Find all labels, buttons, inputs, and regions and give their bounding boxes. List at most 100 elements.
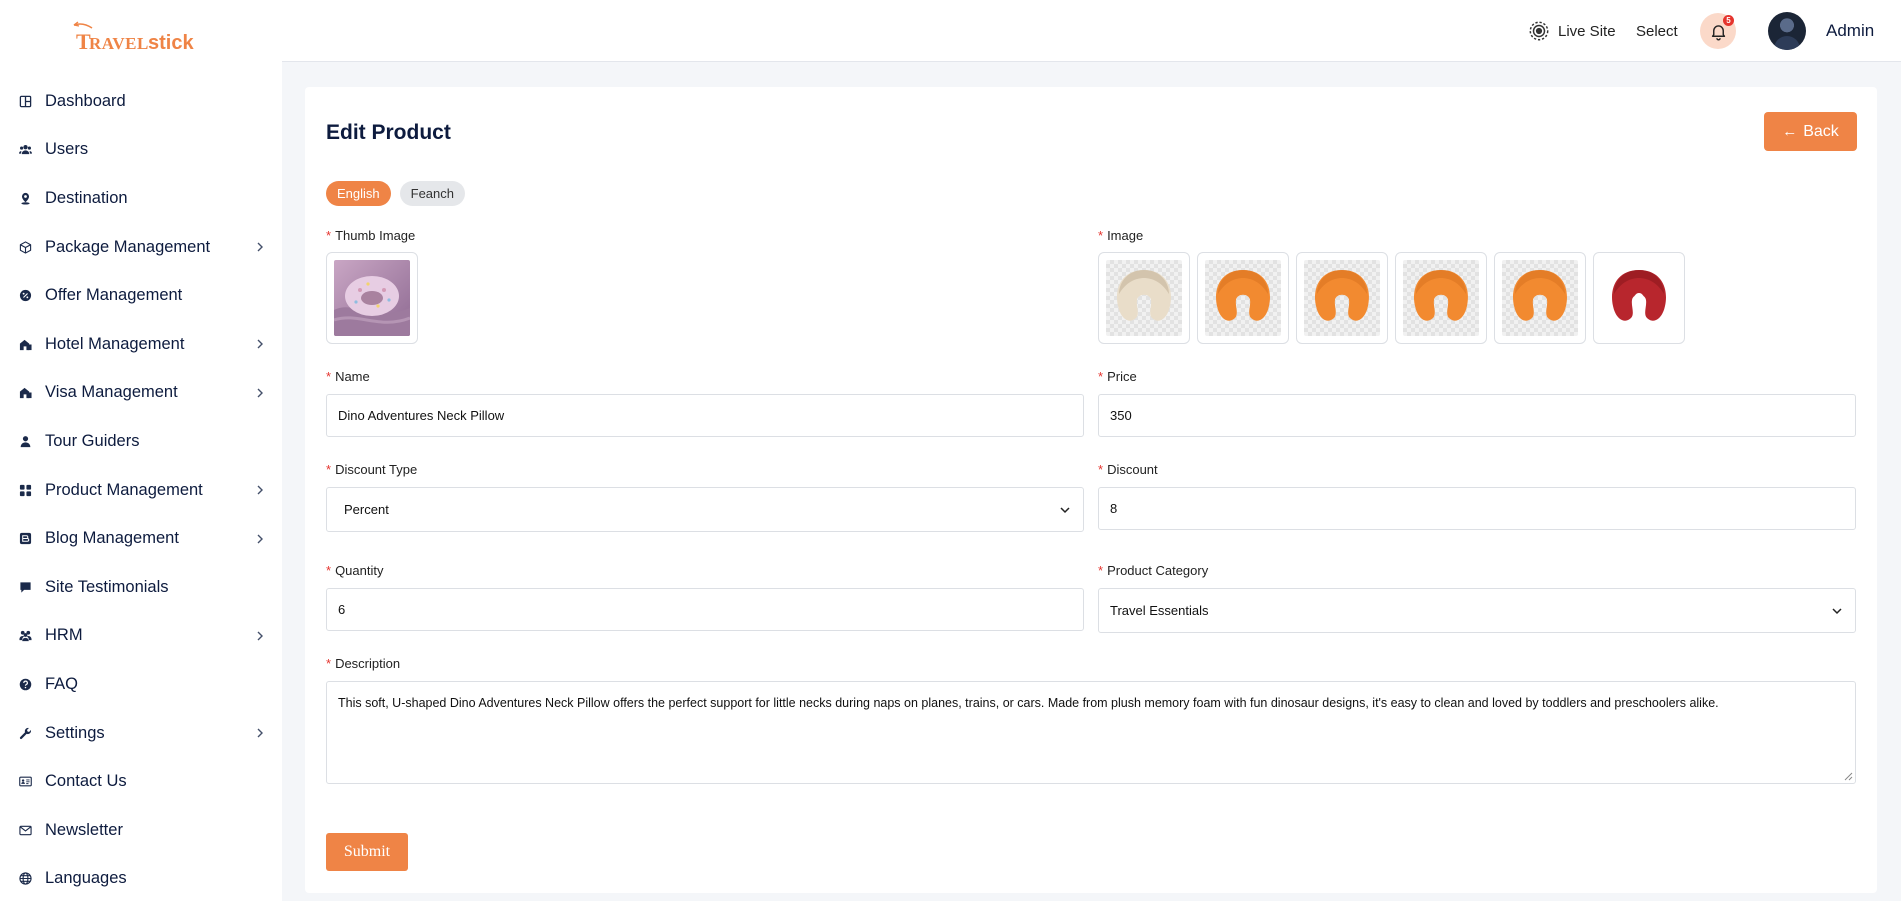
discount-input[interactable]: 8: [1098, 487, 1856, 530]
wrench-icon: [18, 726, 32, 740]
back-button[interactable]: ← Back: [1764, 112, 1857, 151]
hotel-icon: [18, 337, 32, 351]
tab-feanch[interactable]: Feanch: [399, 181, 466, 206]
sidebar-item-settings[interactable]: Settings: [0, 709, 282, 758]
sidebar-item-visa-management[interactable]: Visa Management: [0, 369, 282, 418]
discount-label: * Discount: [1098, 462, 1158, 477]
comment-icon: [18, 580, 32, 594]
sidebar-item-label: Product Management: [45, 480, 203, 499]
sidebar-item-label: Tour Guiders: [45, 431, 140, 450]
product-category-select[interactable]: Travel Essentials: [1098, 588, 1856, 633]
sidebar-item-users[interactable]: Users: [0, 126, 282, 175]
sidebar-item-package-management[interactable]: Package Management: [0, 223, 282, 272]
sidebar-item-blog-management[interactable]: Blog Management: [0, 514, 282, 563]
resize-handle-icon[interactable]: [1844, 772, 1853, 781]
sidebar-item-label: Offer Management: [45, 286, 183, 305]
map-pin-icon: [18, 191, 32, 205]
sidebar-item-label: Hotel Management: [45, 334, 185, 353]
neck-pillow-red-icon: [1601, 260, 1677, 336]
quantity-input[interactable]: 6: [326, 588, 1084, 631]
sidebar-item-label: Contact Us: [45, 772, 127, 791]
sidebar-item-hrm[interactable]: HRM: [0, 612, 282, 661]
sidebar-item-label: Newsletter: [45, 820, 123, 839]
sidebar-item-label: FAQ: [45, 674, 79, 693]
live-signal-icon: [1529, 21, 1549, 41]
neck-pillow-orange-icon: [1502, 260, 1578, 336]
svg-text:stick: stick: [148, 32, 194, 54]
sidebar-item-label: HRM: [45, 626, 83, 645]
chevron-right-icon: [256, 339, 264, 349]
neck-pillow-orange-icon: [1403, 260, 1479, 336]
chevron-down-icon: [1832, 607, 1842, 614]
sidebar-item-hotel-management[interactable]: Hotel Management: [0, 320, 282, 369]
dashboard-icon: [18, 94, 32, 108]
price-input[interactable]: 350: [1098, 394, 1856, 437]
sidebar: T RAVEL stick Dashboard Users Destination P…: [0, 0, 282, 901]
product-category-label: * Product Category: [1098, 563, 1209, 578]
name-input[interactable]: Dino Adventures Neck Pillow: [326, 394, 1084, 437]
grid-icon: [18, 483, 32, 497]
product-category-value: Travel Essentials: [1110, 603, 1209, 618]
language-tabs: English Feanch: [326, 181, 466, 206]
sidebar-item-label: Users: [45, 140, 89, 159]
name-label: * Name: [326, 369, 370, 384]
edit-product-card: Edit Product ← Back English Feanch * Thum…: [305, 87, 1877, 893]
notification-count-badge: 5: [1723, 15, 1734, 26]
thumb-image-label: * Thumb Image: [326, 228, 416, 243]
sidebar-item-contact-us[interactable]: Contact Us: [0, 757, 282, 806]
mail-icon: [18, 823, 32, 837]
package-icon: [18, 240, 32, 254]
thumb-image-preview: [333, 260, 411, 336]
sidebar-item-faq[interactable]: FAQ: [0, 660, 282, 709]
gallery-image-3[interactable]: [1296, 252, 1388, 344]
sidebar-item-languages[interactable]: Languages: [0, 855, 282, 901]
avatar[interactable]: [1768, 12, 1806, 50]
neck-pillow-orange-icon: [1205, 260, 1281, 336]
svg-text:RAVEL: RAVEL: [89, 34, 149, 53]
sidebar-item-product-management[interactable]: Product Management: [0, 466, 282, 515]
chevron-right-icon: [256, 485, 264, 495]
gallery-image-6[interactable]: [1593, 252, 1685, 344]
discount-type-select[interactable]: Percent: [326, 487, 1084, 532]
gallery-image-4[interactable]: [1395, 252, 1487, 344]
sidebar-item-label: Blog Management: [45, 529, 179, 548]
live-site-label: Live Site: [1558, 22, 1616, 40]
sidebar-item-label: Visa Management: [45, 383, 178, 402]
sidebar-item-label: Site Testimonials: [45, 577, 169, 596]
gallery-image-1[interactable]: [1098, 252, 1190, 344]
chevron-right-icon: [256, 388, 264, 398]
neck-pillow-orange-icon: [1304, 260, 1380, 336]
back-button-label: Back: [1803, 122, 1839, 140]
price-label: * Price: [1098, 369, 1137, 384]
sidebar-item-tour-guiders[interactable]: Tour Guiders: [0, 417, 282, 466]
neck-pillow-cream-icon: [1106, 260, 1182, 336]
notifications-button[interactable]: 5: [1700, 13, 1736, 49]
globe-icon: [18, 872, 32, 886]
chevron-right-icon: [256, 534, 264, 544]
thumb-image-upload[interactable]: [326, 252, 418, 344]
gallery-image-2[interactable]: [1197, 252, 1289, 344]
chevron-right-icon: [256, 631, 264, 641]
discount-type-value: Percent: [344, 502, 389, 517]
sidebar-item-dashboard[interactable]: Dashboard: [0, 77, 282, 126]
contact-card-icon: [18, 775, 32, 789]
live-site-link[interactable]: Live Site: [1528, 20, 1616, 42]
offer-badge-icon: [18, 289, 32, 303]
brand-logo[interactable]: T RAVEL stick: [72, 18, 212, 58]
user-name[interactable]: Admin: [1826, 21, 1874, 41]
language-select[interactable]: Select: [1636, 23, 1678, 40]
sidebar-item-offer-management[interactable]: Offer Management: [0, 271, 282, 320]
page-title: Edit Product: [326, 121, 451, 144]
gallery-image-5[interactable]: [1494, 252, 1586, 344]
sidebar-item-destination[interactable]: Destination: [0, 174, 282, 223]
submit-button[interactable]: Submit: [326, 833, 408, 871]
sidebar-item-label: Languages: [45, 869, 127, 888]
tab-english[interactable]: English: [326, 181, 391, 206]
sidebar-item-label: Package Management: [45, 237, 211, 256]
quantity-label: * Quantity: [326, 563, 384, 578]
chevron-down-icon: [1060, 506, 1070, 513]
sidebar-item-site-testimonials[interactable]: Site Testimonials: [0, 563, 282, 612]
chevron-right-icon: [256, 728, 264, 738]
description-textarea[interactable]: This soft, U-shaped Dino Adventures Neck…: [326, 681, 1856, 784]
sidebar-item-newsletter[interactable]: Newsletter: [0, 806, 282, 855]
